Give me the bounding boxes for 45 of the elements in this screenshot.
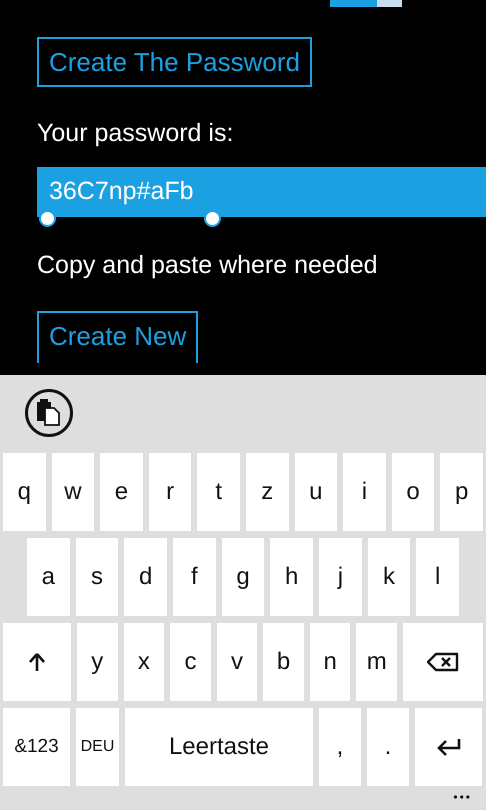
create-password-button[interactable]: Create The Password xyxy=(37,37,312,87)
keyboard-key[interactable]: c xyxy=(170,623,211,701)
keyboard-key[interactable]: j xyxy=(319,538,362,616)
keyboard-key[interactable]: f xyxy=(173,538,216,616)
selection-handle[interactable] xyxy=(204,210,221,227)
keyboard-key[interactable]: r xyxy=(148,453,192,531)
keyboard-key[interactable]: t xyxy=(197,453,240,531)
keyboard-key[interactable]: , xyxy=(319,708,361,786)
scroll-indicator xyxy=(330,0,402,7)
keyboard-key[interactable]: a xyxy=(27,538,70,616)
selection-handle[interactable] xyxy=(39,210,56,227)
keyboard-key[interactable]: x xyxy=(124,623,164,701)
keyboard-key[interactable]: n xyxy=(310,623,350,701)
keyboard-key[interactable]: . xyxy=(367,708,409,786)
keyboard-key[interactable]: v xyxy=(216,623,258,701)
keyboard-key[interactable]: w xyxy=(52,453,94,531)
keyboard-key[interactable]: z xyxy=(246,453,289,531)
keyboard-key[interactable]: e xyxy=(100,453,143,531)
keyboard-key[interactable]: d xyxy=(124,538,168,616)
keyboard-key[interactable]: &123 xyxy=(3,708,70,786)
keyboard-key[interactable]: g xyxy=(222,538,264,616)
space-key[interactable]: Leertaste xyxy=(125,708,313,786)
keyboard-key[interactable]: b xyxy=(263,623,304,701)
backspace-icon xyxy=(427,652,460,672)
keyboard-key[interactable]: u xyxy=(294,453,338,531)
keyboard-key[interactable]: o xyxy=(392,453,434,531)
keyboard-key[interactable]: q xyxy=(3,453,46,531)
backspace-key[interactable] xyxy=(403,623,484,701)
enter-arrow-icon xyxy=(436,737,462,757)
enter-key[interactable] xyxy=(415,708,482,786)
keyboard-key[interactable]: l xyxy=(416,538,460,616)
more-options[interactable]: ••• xyxy=(453,786,472,808)
keyboard-key[interactable]: DEU xyxy=(76,708,119,786)
keyboard-key[interactable]: s xyxy=(76,538,118,616)
create-new-button[interactable]: Create New xyxy=(37,311,198,363)
shift-arrow-icon xyxy=(28,652,46,672)
hint-text: Copy and paste where needed xyxy=(37,253,379,278)
keyboard-key[interactable]: k xyxy=(368,538,410,616)
keyboard-key[interactable]: p xyxy=(440,453,483,531)
keyboard-key[interactable]: m xyxy=(356,623,398,701)
keyboard-key[interactable]: i xyxy=(343,453,386,531)
result-label: Your password is: xyxy=(37,121,234,146)
keyboard-key[interactable]: y xyxy=(77,623,118,701)
keyboard-key[interactable]: h xyxy=(270,538,314,616)
paste-icon[interactable] xyxy=(24,388,74,438)
